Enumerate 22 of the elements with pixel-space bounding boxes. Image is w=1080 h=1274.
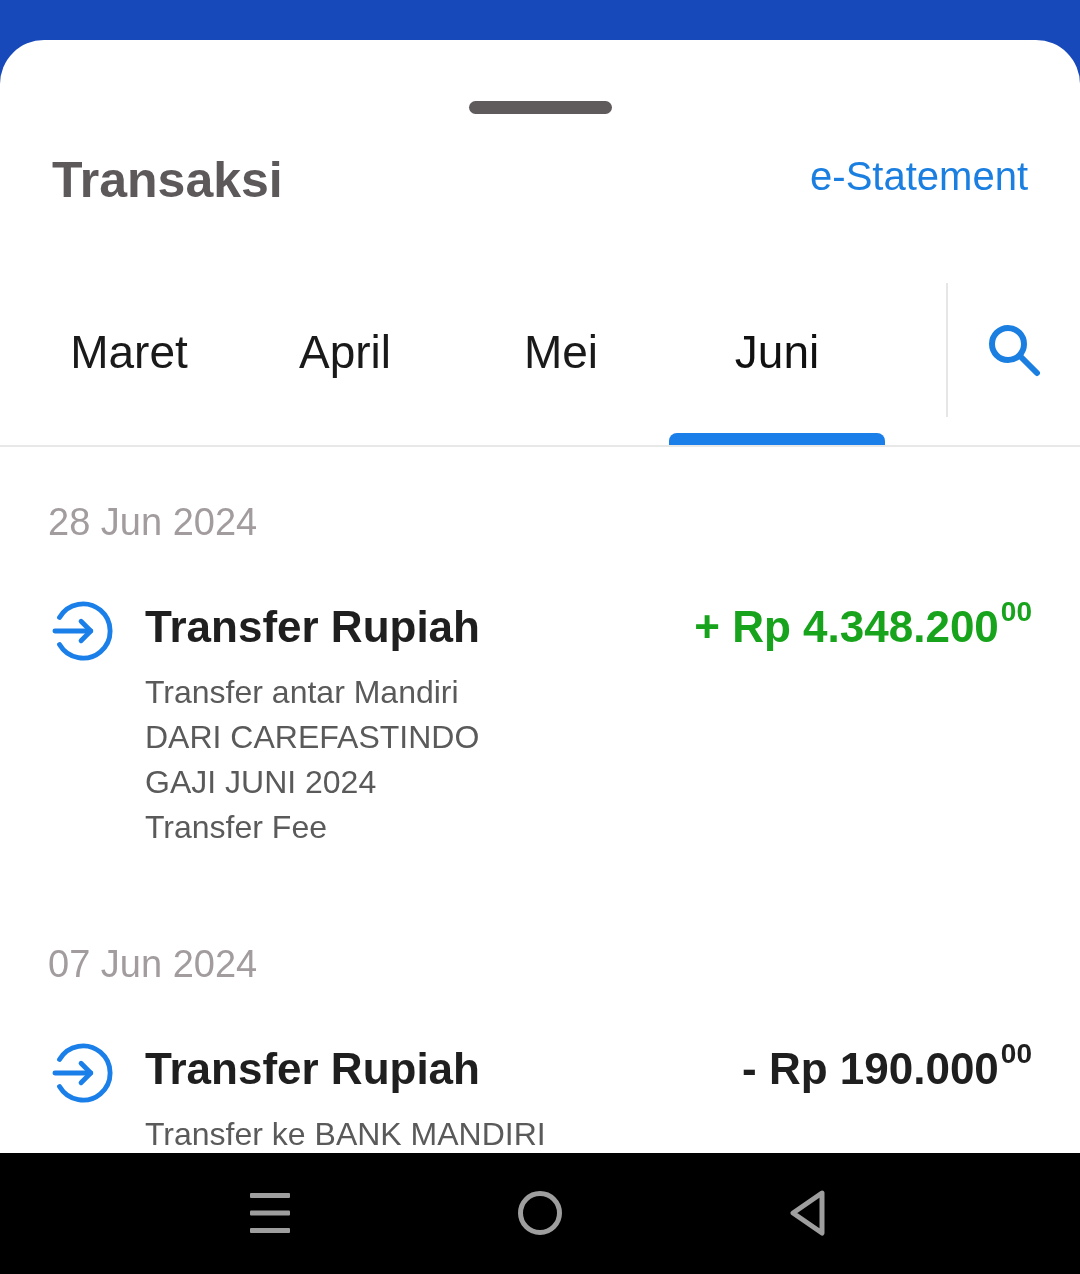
transaction-description: Transfer ke BANK MANDIRI — [145, 1116, 547, 1152]
transaction-amount: - Rp 190.000$^{00}$ — [742, 1041, 1032, 1095]
sheet-title: Transaksi — [52, 151, 283, 210]
transaction-title: Transfer Rupiah — [145, 1043, 480, 1095]
date-heading: 28 Jun 2024 — [47, 500, 259, 545]
search-icon — [987, 323, 1041, 377]
month-tab[interactable]: Mei — [453, 283, 669, 445]
drag-handle[interactable] — [468, 101, 612, 114]
transaction-description: DARI CAREFASTINDO — [145, 719, 481, 755]
menu-icon — [250, 1193, 290, 1233]
month-tab[interactable]: Maret — [21, 283, 237, 445]
month-tab[interactable]: Juni — [669, 283, 885, 445]
circle-icon — [518, 1191, 562, 1235]
date-heading: 07 Jun 2024 — [47, 942, 259, 987]
transaction-description: GAJI JUNI 2024 — [145, 764, 378, 800]
transaction-description: Transfer antar Mandiri — [145, 674, 460, 710]
back-triangle-icon — [789, 1190, 827, 1236]
transaction-title: Transfer Rupiah — [145, 601, 480, 653]
transaction-description: Transfer Fee — [145, 809, 328, 845]
transaction-amount: + Rp 4.348.200$^{00}$ — [694, 599, 1032, 653]
e-statement-link[interactable]: e-Statement — [810, 152, 1028, 200]
month-tab[interactable]: April — [237, 283, 453, 445]
